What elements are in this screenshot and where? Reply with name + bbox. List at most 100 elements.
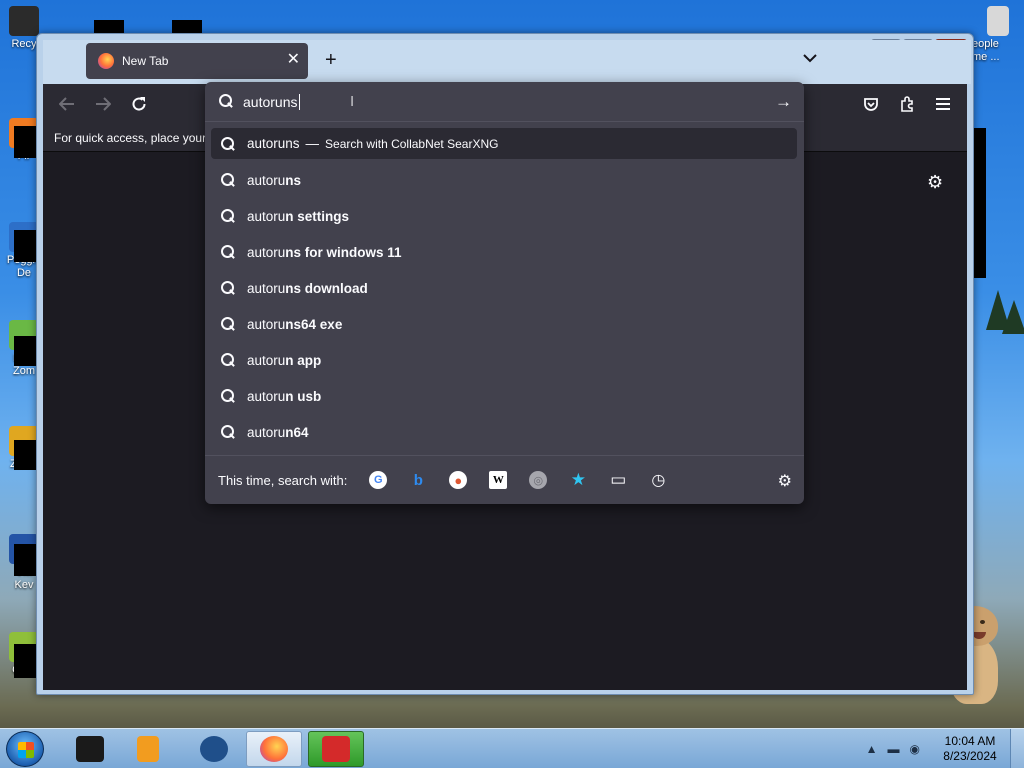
suggestion-list: autoruns — Search with CollabNet SearXNG…: [211, 128, 797, 450]
suggestion-completion: n app: [285, 352, 322, 368]
suggestion-typed: autoru: [247, 244, 286, 260]
suggestion-completion: ns: [285, 172, 302, 188]
show-desktop-button[interactable]: [1010, 729, 1024, 768]
redaction-block: [14, 230, 36, 262]
clock-date: 8/23/2024: [943, 749, 997, 763]
suggestion-engine-text: Search with CollabNet SearXNG: [325, 136, 499, 151]
go-arrow-button[interactable]: →: [775, 92, 792, 112]
suggestion-typed: autoru: [247, 352, 286, 368]
suggestion-typed: autoru: [247, 424, 286, 440]
taskbar-item-media-player[interactable]: [120, 731, 176, 767]
wikipedia-icon[interactable]: W: [489, 471, 508, 489]
search-icon: [221, 317, 235, 331]
list-item[interactable]: autoru n settings: [211, 198, 797, 234]
firefox-icon: [98, 53, 114, 69]
close-tab-icon[interactable]: ✕: [287, 52, 300, 68]
pocket-button[interactable]: [859, 92, 883, 116]
reload-icon: [132, 97, 146, 111]
globe-icon: [200, 736, 228, 762]
tab-new-tab[interactable]: New Tab ✕: [86, 43, 308, 79]
extensions-button[interactable]: [895, 92, 919, 116]
terminal-icon: [76, 736, 104, 762]
search-icon: [221, 425, 235, 439]
suggestion-typed: autoru: [247, 388, 286, 404]
reload-button[interactable]: [127, 92, 151, 116]
tab-bar: New Tab ✕ +: [43, 40, 971, 84]
windows-logo-icon: [18, 742, 34, 758]
suggestion-completion: n settings: [285, 208, 350, 224]
search-icon: [221, 173, 235, 187]
search-icon: [221, 136, 235, 151]
suggestion-typed: autoru: [247, 172, 286, 188]
list-item[interactable]: autoru ns download: [211, 270, 797, 306]
redaction-block: [14, 440, 36, 470]
suggestion-typed: autoru: [247, 280, 286, 296]
list-item[interactable]: autoru ns: [211, 162, 797, 198]
pine-tree: [1002, 300, 1024, 334]
search-engine-suggestion[interactable]: autoruns — Search with CollabNet SearXNG: [211, 128, 797, 159]
show-hidden-icons-icon[interactable]: ▲: [866, 742, 878, 756]
searxng-icon[interactable]: ◎: [529, 471, 548, 489]
desktop-icon-label: eople me ...: [972, 38, 1000, 63]
suggestion-completion: n64: [285, 424, 309, 440]
history-icon[interactable]: ◷: [649, 471, 667, 489]
firefox-icon: [260, 736, 288, 762]
text-cursor-icon: Ι: [350, 93, 355, 110]
list-item[interactable]: autoru n usb: [211, 378, 797, 414]
suggestion-typed: autoru: [247, 316, 286, 332]
suggestion-query: autoruns: [247, 136, 300, 151]
pocket-icon: [864, 98, 878, 111]
url-input[interactable]: [243, 90, 763, 114]
url-bar-dropdown: Ι → autoruns — Search with CollabNet Sea…: [205, 82, 804, 504]
clock[interactable]: 10:04 AM 8/23/2024: [930, 734, 1010, 764]
hamburger-menu-icon: [936, 98, 950, 110]
bookmarks-icon[interactable]: ★: [569, 470, 587, 489]
media-player-icon: [137, 736, 159, 762]
recycle-bin-icon: [9, 6, 39, 36]
search-icon: [221, 209, 235, 223]
search-settings-gear-icon[interactable]: ⚙: [778, 471, 792, 491]
tabs-icon[interactable]: ▭: [609, 470, 627, 489]
suggestion-completion: ns64 exe: [285, 316, 343, 332]
start-button[interactable]: [6, 731, 44, 767]
puzzle-icon: [901, 96, 913, 112]
one-off-label: This time, search with:: [218, 472, 348, 488]
one-off-search-bar: This time, search with: G b ● W ◎ ★ ▭ ◷ …: [205, 455, 804, 504]
search-icon: [219, 94, 233, 108]
list-item[interactable]: autoru ns for windows 11: [211, 234, 797, 270]
newtab-settings-gear-icon[interactable]: ⚙: [927, 172, 943, 193]
folder-icon: [987, 6, 1009, 36]
redaction-block: [14, 644, 36, 678]
taskbar-item-globe[interactable]: [186, 731, 242, 767]
url-input-row: Ι →: [205, 82, 804, 122]
list-item[interactable]: autoru n64: [211, 414, 797, 450]
redaction-block: [14, 336, 36, 366]
back-button[interactable]: [55, 92, 79, 116]
app-menu-button[interactable]: [931, 92, 955, 116]
network-icon[interactable]: ▬: [888, 742, 900, 756]
forward-button[interactable]: [91, 92, 115, 116]
text-caret: [299, 94, 300, 110]
list-item[interactable]: autoru ns64 exe: [211, 306, 797, 342]
volume-icon[interactable]: ◉: [910, 742, 920, 756]
forward-arrow-icon: [96, 97, 111, 111]
redaction-block: [14, 126, 36, 158]
taskbar-item-avira[interactable]: [308, 731, 364, 767]
google-icon[interactable]: G: [369, 471, 388, 489]
desktop-icon-people[interactable]: eople me ...: [972, 6, 1024, 64]
avira-icon: [322, 736, 350, 762]
suggestion-completion: n usb: [285, 388, 322, 404]
taskbar: ▲ ▬ ◉ 10:04 AM 8/23/2024: [0, 728, 1024, 768]
search-icon: [221, 245, 235, 259]
suggestion-separator: —: [305, 136, 320, 151]
suggestion-completion: ns download: [285, 280, 368, 296]
duckduckgo-icon[interactable]: ●: [449, 471, 468, 489]
taskbar-item-firefox[interactable]: [246, 731, 302, 767]
taskbar-item-terminal[interactable]: [62, 731, 118, 767]
list-item[interactable]: autoru n app: [211, 342, 797, 378]
list-all-tabs-button[interactable]: [803, 51, 817, 66]
bing-icon[interactable]: b: [409, 471, 427, 489]
tab-title: New Tab: [122, 54, 169, 68]
new-tab-button[interactable]: +: [325, 50, 337, 70]
search-icon: [221, 389, 235, 403]
